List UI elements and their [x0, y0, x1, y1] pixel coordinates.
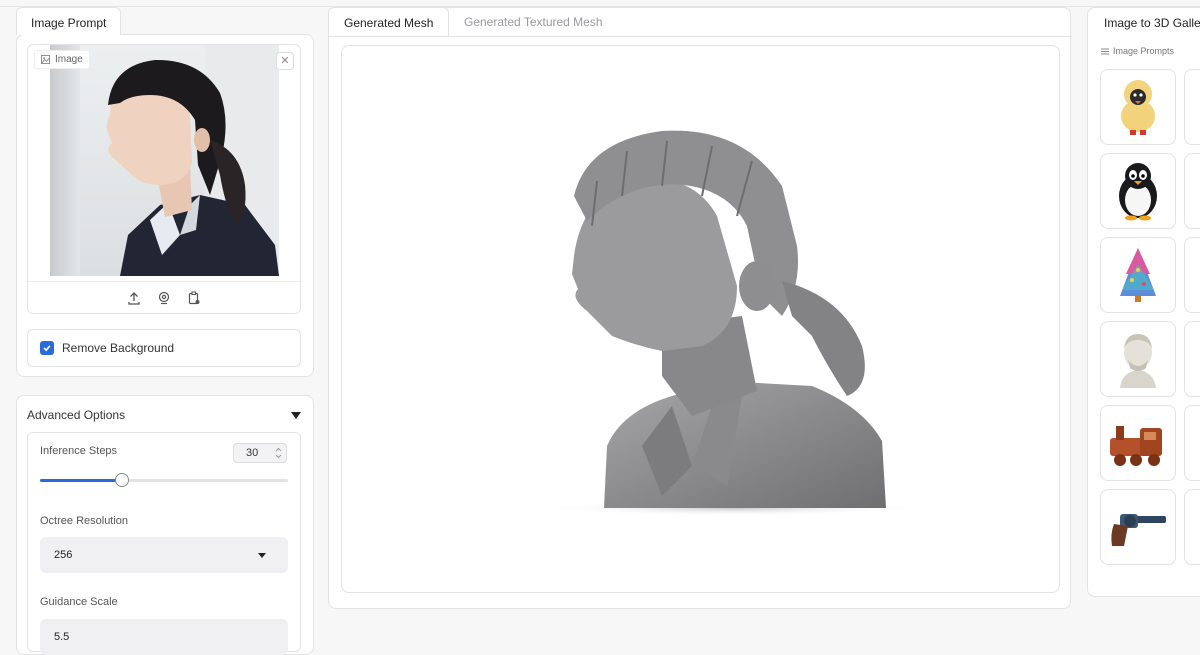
clear-image-button[interactable]: ✕ [276, 52, 294, 70]
gallery-thumb-christmas-tree[interactable] [1100, 237, 1176, 313]
guidance-scale-value: 5.5 [54, 631, 70, 643]
gallery-thumb-penguin[interactable] [1100, 153, 1176, 229]
gallery-thumb-revolver[interactable] [1100, 489, 1176, 565]
advanced-options-body: Inference Steps 30 Octree Resolution 256… [27, 432, 301, 655]
advanced-options-title: Advanced Options [27, 408, 126, 422]
bust-mesh-render [542, 130, 922, 516]
image-upload-box[interactable]: Image ✕ [27, 44, 301, 314]
inference-steps-value: 30 [246, 447, 259, 459]
tab-generated-textured-mesh[interactable]: Generated Textured Mesh [450, 7, 617, 37]
gallery-thumb-partial[interactable] [1184, 69, 1200, 145]
caret-down-icon [291, 411, 301, 419]
upload-icon[interactable] [126, 290, 142, 306]
mesh-viewer-card: Generated Mesh Generated Textured Mesh [328, 7, 1072, 609]
gallery-thumb-partial[interactable] [1184, 489, 1200, 565]
gallery-thumb-toy-train[interactable] [1100, 405, 1176, 481]
image-label-text: Image [55, 54, 83, 65]
remove-background-label: Remove Background [62, 341, 175, 355]
portrait-illustration [106, 45, 279, 276]
gallery-card: Image to 3D Gallery Image Prompts [1087, 7, 1200, 597]
tab-image-prompt-label: Image Prompt [31, 16, 107, 30]
tab-generated-textured-mesh-label: Generated Textured Mesh [464, 15, 603, 29]
chevron-down-icon [258, 552, 266, 558]
guidance-scale-label: Guidance Scale [40, 596, 118, 608]
image-label-chip: Image [34, 50, 90, 69]
image-icon [41, 55, 50, 64]
remove-background-checkbox[interactable] [40, 341, 54, 355]
uploaded-photo [50, 45, 279, 276]
inference-steps-slider-fill [40, 479, 122, 482]
gallery-subtitle: Image Prompts [1101, 46, 1174, 56]
gallery-thumb-marble-bust[interactable] [1100, 321, 1176, 397]
remove-background-checkbox-row[interactable]: Remove Background [27, 329, 301, 367]
octree-resolution-select[interactable]: 256 [40, 537, 288, 573]
tab-generated-mesh[interactable]: Generated Mesh [328, 7, 450, 37]
gallery-subtitle-text: Image Prompts [1113, 46, 1175, 56]
webcam-icon[interactable] [156, 290, 172, 306]
gallery-thumb-partial[interactable] [1184, 321, 1200, 397]
inference-steps-input[interactable]: 30 [233, 443, 287, 463]
tab-generated-mesh-label: Generated Mesh [344, 16, 434, 30]
inference-steps-slider-thumb[interactable] [114, 473, 129, 487]
left-panel: Image Prompt Image ✕ Remove Background A… [16, 7, 314, 655]
guidance-scale-input[interactable]: 5.5 [40, 619, 288, 655]
checkmark-icon [43, 345, 51, 352]
3d-mesh-viewport[interactable] [341, 45, 1060, 593]
gallery-thumb-partial[interactable] [1184, 237, 1200, 313]
list-icon [1101, 48, 1109, 54]
advanced-options-toggle[interactable]: Advanced Options [27, 408, 301, 422]
gallery-title: Image to 3D Gallery [1104, 16, 1200, 30]
gallery-thumb-partial[interactable] [1184, 153, 1200, 229]
stepper-icon[interactable] [275, 447, 282, 459]
gallery-thumb-chick-costume[interactable] [1100, 69, 1176, 145]
gallery-thumb-partial[interactable] [1184, 405, 1200, 481]
inference-steps-label: Inference Steps [40, 445, 118, 457]
clipboard-icon[interactable] [186, 290, 202, 306]
octree-resolution-label: Octree Resolution [40, 515, 129, 527]
tab-image-prompt[interactable]: Image Prompt [16, 7, 122, 35]
image-actions-bar [28, 281, 300, 313]
octree-resolution-value: 256 [54, 549, 73, 561]
